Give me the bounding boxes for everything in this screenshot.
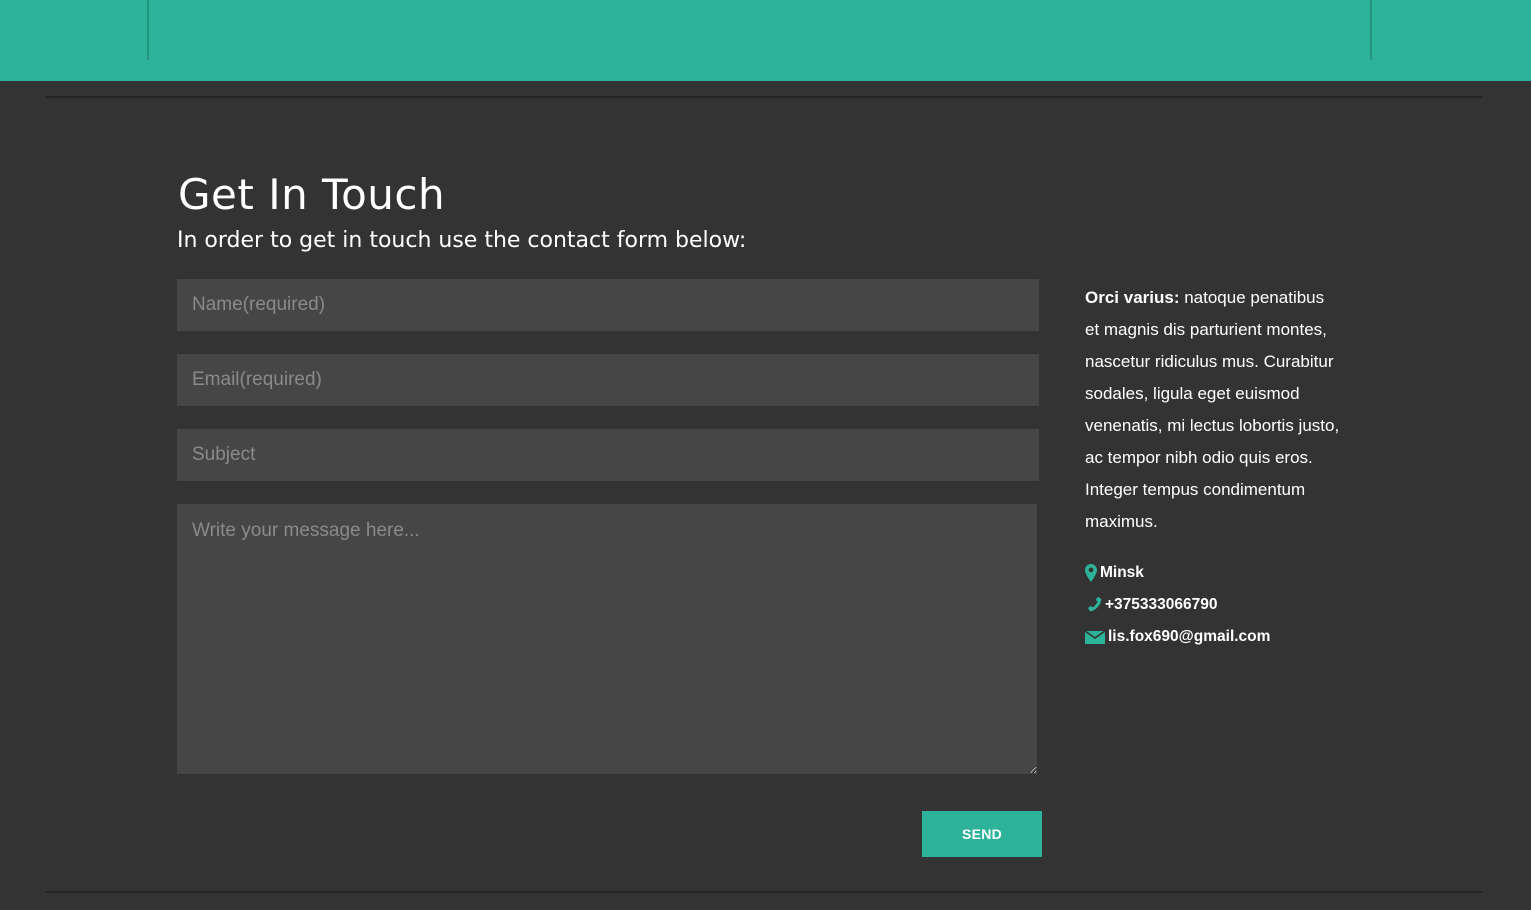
banner-divider-right [1370, 0, 1372, 60]
banner-divider-left [147, 0, 149, 60]
location-text: Minsk [1100, 564, 1144, 581]
contact-email: lis.fox690@gmail.com [1085, 625, 1270, 649]
about-body: natoque penatibus et magnis dis parturie… [1085, 288, 1340, 531]
about-text: Orci varius: natoque penatibus et magnis… [1085, 282, 1340, 538]
section-subtitle: In order to get in touch use the contact… [177, 228, 747, 253]
section-divider-top [45, 96, 1483, 98]
about-lead: Orci varius: [1085, 288, 1180, 307]
phone-text: +375333066790 [1105, 596, 1218, 613]
map-pin-icon [1085, 564, 1100, 582]
send-button[interactable]: SEND [922, 811, 1042, 857]
name-input[interactable] [177, 279, 1039, 331]
top-banner [0, 0, 1531, 81]
contact-phone: +375333066790 [1085, 593, 1218, 617]
email-input[interactable] [177, 354, 1039, 406]
contact-location: Minsk [1085, 561, 1144, 585]
phone-icon [1085, 597, 1105, 613]
subject-input[interactable] [177, 429, 1039, 481]
section-divider-bottom [45, 891, 1483, 893]
email-text: lis.fox690@gmail.com [1108, 628, 1271, 645]
section-title: Get In Touch [178, 170, 446, 219]
envelope-icon [1085, 630, 1108, 644]
message-textarea[interactable] [177, 504, 1037, 774]
